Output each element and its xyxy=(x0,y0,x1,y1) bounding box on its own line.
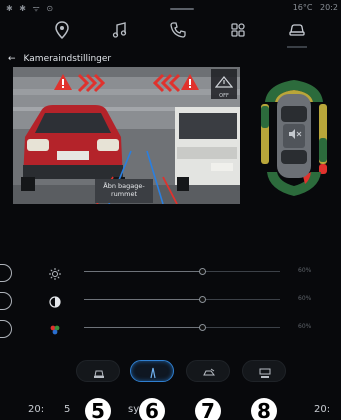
callout-bracket xyxy=(0,320,12,338)
contrast-icon xyxy=(48,294,62,308)
status-bar: ✱ ✱ ᯤ ⊙ 16°C 20:2 xyxy=(0,0,341,16)
drag-handle[interactable] xyxy=(170,8,194,10)
color-slider-handle[interactable] xyxy=(198,324,206,331)
front-camera-icon xyxy=(146,365,160,379)
car-top-view-icon xyxy=(261,80,327,196)
phone-icon[interactable] xyxy=(168,20,188,40)
brightness-slider-track[interactable] xyxy=(84,268,280,275)
auto-camera-icon xyxy=(258,365,272,379)
contrast-slider-track[interactable] xyxy=(84,296,280,303)
open-trunk-tooltip[interactable]: Åbn bagage- rummet xyxy=(95,179,153,203)
rear-view-button[interactable] xyxy=(76,360,120,382)
warning-outline-icon xyxy=(214,76,234,88)
climate-bar: 20: 5 sy 20: xyxy=(0,396,341,420)
auto-view-button[interactable] xyxy=(242,360,286,382)
fan-speed[interactable]: 5 xyxy=(64,404,70,415)
active-tab-indicator xyxy=(287,46,307,48)
slider-color: 60% xyxy=(0,320,341,338)
page-header: ← Kameraindstillinger xyxy=(8,51,111,67)
callout-bracket xyxy=(0,264,12,282)
apps-grid-icon[interactable] xyxy=(228,20,248,40)
status-icons: ✱ ✱ ᯤ ⊙ xyxy=(6,4,56,13)
mode-label[interactable]: sy xyxy=(128,404,139,415)
off-badge: OFF xyxy=(219,93,229,99)
right-warning-icon xyxy=(181,74,199,90)
sun-icon xyxy=(48,266,62,280)
page-title: Kameraindstillinger xyxy=(23,54,112,64)
color-slider-fill xyxy=(84,327,202,328)
sensor-off-toggle[interactable]: OFF xyxy=(214,73,234,99)
temperature-readout: 16°C xyxy=(292,3,313,12)
left-warning-icon xyxy=(54,74,72,90)
camera-settings-screen: ✱ ✱ ᯤ ⊙ 16°C 20:2 ← Kameraindstillinger … xyxy=(0,0,341,420)
top-navigation xyxy=(0,18,341,48)
brightness-slider-handle[interactable] xyxy=(198,268,206,275)
camera-view[interactable]: OFF Åbn bagage- rummet xyxy=(13,67,240,204)
car-icon[interactable] xyxy=(287,20,307,40)
music-note-icon[interactable] xyxy=(110,20,130,40)
color-palette-icon xyxy=(48,322,62,336)
contrast-value-label: 60% xyxy=(298,295,312,302)
slider-contrast: 60% xyxy=(0,292,341,310)
brightness-slider-fill xyxy=(84,271,202,272)
callout-bracket xyxy=(0,292,12,310)
brightness-value-label: 60% xyxy=(298,267,312,274)
color-slider-track[interactable] xyxy=(84,324,280,331)
parking-sensor-diagram xyxy=(255,72,333,202)
contrast-slider-handle[interactable] xyxy=(198,296,206,303)
back-button[interactable]: ← xyxy=(8,54,16,64)
front-view-button[interactable] xyxy=(130,360,174,382)
side-camera-icon xyxy=(202,365,216,379)
map-pin-icon[interactable] xyxy=(52,20,72,40)
status-right: 16°C 20:2 xyxy=(293,3,338,12)
slider-brightness: 60% xyxy=(0,264,341,282)
side-view-button[interactable] xyxy=(186,360,230,382)
left-temperature[interactable]: 20: xyxy=(28,404,44,415)
contrast-slider-fill xyxy=(84,299,202,300)
right-temperature[interactable]: 20: xyxy=(314,404,330,415)
clock: 20:2 xyxy=(320,3,338,12)
rear-camera-icon xyxy=(92,365,106,379)
color-value-label: 60% xyxy=(298,323,312,330)
